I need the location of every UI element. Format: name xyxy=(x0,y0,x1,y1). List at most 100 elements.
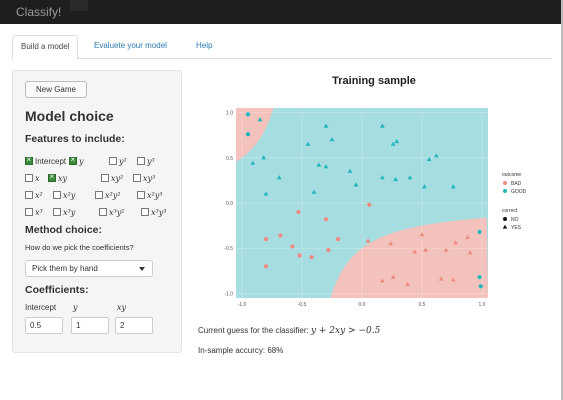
feature-label: xy³ xyxy=(143,174,156,183)
x-tick-label: -0.5 xyxy=(298,302,307,308)
checkbox-unchecked-icon[interactable] xyxy=(101,174,109,182)
app-title[interactable]: Classify! xyxy=(16,5,61,19)
legend-correct-swatch xyxy=(503,217,507,221)
tab-evaluate-model[interactable]: Evaluete your model xyxy=(86,35,175,59)
y-tick-label: -1.0 xyxy=(224,291,233,297)
coefficients-heading: Coefficients: xyxy=(25,284,89,296)
chevron-down-icon xyxy=(139,267,145,271)
feature-checkbox[interactable]: y³ xyxy=(137,157,155,166)
y-tick-label: 0.5 xyxy=(226,156,233,162)
data-point xyxy=(326,247,331,253)
checkbox-unchecked-icon[interactable] xyxy=(95,191,103,199)
method-select-value: Pick them by hand xyxy=(32,264,98,273)
checkbox-checked-icon[interactable] xyxy=(48,172,56,182)
checkbox-unchecked-icon[interactable] xyxy=(99,208,107,216)
checkbox-unchecked-icon[interactable] xyxy=(133,174,141,182)
data-point xyxy=(245,132,251,137)
tab-build-model[interactable]: Build a model xyxy=(12,35,79,60)
feature-checkbox[interactable]: x² xyxy=(25,191,43,200)
checkbox-checked-icon[interactable] xyxy=(25,155,33,165)
feature-checkbox[interactable]: Intercept xyxy=(25,155,66,166)
feature-label: x²y xyxy=(63,191,76,200)
navbar-block xyxy=(70,0,88,11)
feature-checkbox[interactable]: y² xyxy=(109,157,127,166)
feature-label: x³y³ xyxy=(151,208,167,217)
x-tick-label: 0.0 xyxy=(359,302,366,308)
tab-help[interactable]: Help xyxy=(188,35,220,59)
guess-formula: y + 2xy > −0.5 xyxy=(310,326,381,336)
feature-checkbox[interactable]: x²y xyxy=(53,191,75,200)
coef-label-intercept: Intercept xyxy=(25,303,57,312)
coef-input-xy[interactable]: 2 xyxy=(115,317,153,334)
feature-checkbox[interactable]: x³ xyxy=(25,208,43,217)
legend-outcome-label: GOOD xyxy=(511,189,527,195)
x-tick-label: 0.5 xyxy=(419,302,426,308)
feature-label: x³ xyxy=(35,208,43,217)
feature-label: x xyxy=(35,174,40,183)
data-point xyxy=(309,255,314,260)
feature-label: y³ xyxy=(147,157,155,166)
data-point xyxy=(477,275,482,280)
checkbox-unchecked-icon[interactable] xyxy=(141,208,149,216)
feature-label: y xyxy=(79,157,84,166)
checkbox-unchecked-icon[interactable] xyxy=(25,208,33,216)
checkbox-unchecked-icon[interactable] xyxy=(25,191,33,199)
legend-correct-swatch xyxy=(502,224,508,229)
checkbox-unchecked-icon[interactable] xyxy=(53,191,61,199)
navbar: Classify! xyxy=(0,0,563,24)
feature-label: xy² xyxy=(111,174,124,183)
coef-input-y[interactable]: 1 xyxy=(71,317,109,334)
y-tick-label: 0.0 xyxy=(226,201,233,207)
coef-label-xy: xy xyxy=(117,303,127,312)
feature-checkbox[interactable]: y xyxy=(69,155,84,166)
feature-checkbox[interactable]: xy³ xyxy=(133,174,155,183)
new-game-button[interactable]: New Game xyxy=(25,81,87,98)
checkbox-unchecked-icon[interactable] xyxy=(137,191,145,199)
legend-outcome-title: outcome xyxy=(502,172,521,178)
data-point xyxy=(478,284,483,289)
coef-label-y: y xyxy=(73,303,78,312)
feature-label: y² xyxy=(119,157,127,166)
legend-outcome-swatch xyxy=(503,181,507,185)
method-question: How do we pick the coefficients? xyxy=(25,243,134,252)
checkbox-unchecked-icon[interactable] xyxy=(137,157,145,165)
data-point xyxy=(323,217,329,222)
feature-label: x³y² xyxy=(109,208,125,217)
data-point xyxy=(245,112,251,117)
feature-checkbox[interactable]: x²y² xyxy=(95,191,120,200)
in-sample-accuracy: In-sample accurcy: 68% xyxy=(198,346,284,355)
legend-correct-title: correct xyxy=(502,208,518,214)
y-tick-label: 1.0 xyxy=(226,111,233,117)
checkbox-unchecked-icon[interactable] xyxy=(25,174,33,182)
feature-checkbox[interactable]: x xyxy=(25,174,40,183)
legend-outcome-swatch xyxy=(503,189,507,193)
feature-label: x² xyxy=(35,191,43,200)
feature-checkbox[interactable]: x³y² xyxy=(99,208,124,217)
data-point xyxy=(263,264,269,269)
checkbox-unchecked-icon[interactable] xyxy=(109,157,117,165)
feature-checkbox[interactable]: xy xyxy=(48,172,68,183)
checkbox-unchecked-icon[interactable] xyxy=(53,208,61,216)
classifier-guess: Current guess for the classifier: y + 2x… xyxy=(198,326,380,336)
data-point xyxy=(477,229,482,235)
checkbox-checked-icon[interactable] xyxy=(69,155,77,165)
x-tick-label: -1.0 xyxy=(238,302,247,308)
data-point xyxy=(297,253,302,258)
feature-checkbox[interactable]: x³y³ xyxy=(141,208,166,217)
feature-label: xy xyxy=(58,174,68,183)
features-heading: Features to include: xyxy=(25,133,125,145)
x-tick-label: 1.0 xyxy=(479,302,486,308)
feature-checkbox[interactable]: x²y³ xyxy=(137,191,162,200)
feature-label: x³y xyxy=(63,208,76,217)
plot-title: Training sample xyxy=(332,75,416,87)
data-point xyxy=(335,237,341,242)
tab-bar: Build a model Evaluete your model Help xyxy=(12,35,552,60)
method-select[interactable]: Pick them by hand xyxy=(25,260,153,277)
data-point xyxy=(290,244,295,249)
feature-label: x²y³ xyxy=(147,191,163,200)
feature-checkbox[interactable]: x³y xyxy=(53,208,75,217)
feature-label: x²y² xyxy=(105,191,121,200)
feature-checkbox[interactable]: xy² xyxy=(101,174,123,183)
method-heading: Method choice: xyxy=(25,224,103,236)
coef-input-intercept[interactable]: 0.5 xyxy=(25,317,63,334)
